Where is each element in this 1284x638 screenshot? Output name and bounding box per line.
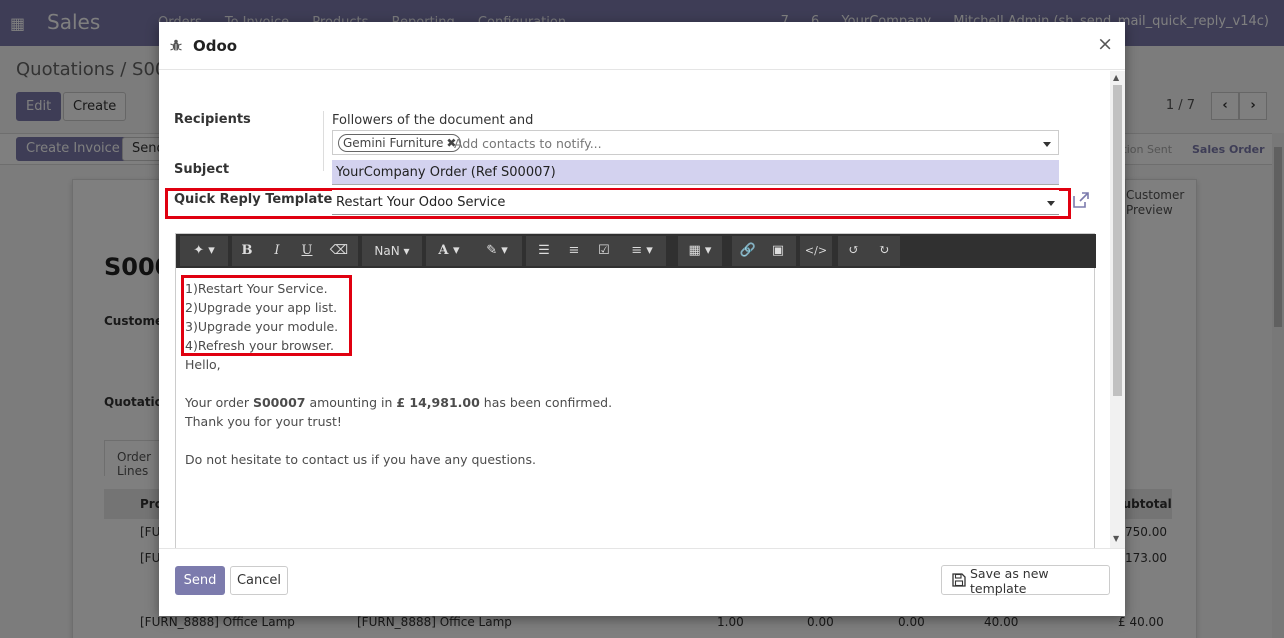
font-style-group: B I U ⌫ (232, 236, 358, 266)
order-confirmation-line: Your order S00007 amounting in £ 14,981.… (185, 393, 1085, 412)
font-color-label: A (438, 243, 449, 258)
font-size-dropdown[interactable]: NaN ▾ (362, 236, 422, 266)
recipients-input[interactable]: Gemini Furniture ✖ Add contacts to notify… (332, 130, 1059, 155)
bold-button[interactable]: B (232, 236, 262, 266)
contact-line: Do not hesitate to contact us if you hav… (185, 452, 536, 467)
color-group: A ▾ ✎ ▾ (426, 236, 522, 266)
table-icon: ▦ ▾ (688, 243, 712, 258)
dialog-footer: Send Cancel Save as new template (159, 548, 1125, 616)
bullet-list-icon[interactable]: ☰ (530, 236, 558, 266)
paint-brush-icon[interactable]: ✎ ▾ (474, 236, 520, 266)
redo-icon[interactable]: ↻ (870, 236, 898, 266)
dialog-header: Odoo × (159, 22, 1125, 70)
numbered-list-icon[interactable]: ≡ (560, 236, 588, 266)
subject-label: Subject (174, 162, 230, 177)
confirmation-text-c: has been confirmed. (479, 395, 613, 410)
quick-reply-select[interactable]: Restart Your Odoo Service (332, 190, 1059, 215)
font-color-button[interactable]: A ▾ (426, 236, 472, 266)
magic-wand-icon: ✦ ▾ (193, 243, 215, 258)
confirmation-order-ref: S00007 (252, 395, 306, 410)
dialog-scrollbar[interactable]: ▲ ▼ (1110, 71, 1125, 548)
image-icon[interactable]: ▣ (764, 236, 792, 266)
code-icon: </> (804, 244, 828, 257)
cancel-button[interactable]: Cancel (230, 566, 288, 595)
save-as-template-label: Save as new template (970, 566, 1049, 596)
code-view-button[interactable]: </> (800, 236, 832, 266)
confirmation-text-a: Your order (185, 395, 253, 410)
undo-icon[interactable]: ↺ (840, 236, 868, 266)
confirmation-text-b: amounting in (305, 395, 397, 410)
close-icon[interactable]: × (1097, 33, 1113, 55)
greeting-line: Hello, (185, 357, 221, 372)
paragraph-group: ☰ ≡ ☑ ≡ ▾ (526, 236, 666, 266)
underline-button[interactable]: U (292, 236, 322, 266)
table-dropdown[interactable]: ▦ ▾ (678, 236, 722, 266)
quick-reply-label: Quick Reply Template (174, 192, 333, 207)
save-as-template-button[interactable]: Save as new template (941, 565, 1110, 596)
eraser-icon[interactable]: ⌫ (324, 236, 354, 266)
link-icon[interactable]: 🔗 (734, 236, 762, 266)
contacts-placeholder[interactable]: Add contacts to notify... (454, 136, 602, 151)
chevron-down-icon[interactable] (1043, 142, 1051, 147)
history-group: ↺ ↻ (838, 236, 900, 266)
style-dropdown[interactable]: ✦ ▾ (180, 236, 228, 266)
field-divider (323, 111, 324, 171)
save-icon (952, 573, 966, 587)
checklist-icon[interactable]: ☑ (590, 236, 618, 266)
subject-input[interactable]: YourCompany Order (Ref S00007) (332, 160, 1059, 185)
font-size-value: NaN (374, 244, 400, 258)
editor-toolbar: ✦ ▾ B I U ⌫ NaN ▾ A ▾ ✎ ▾ ☰ ≡ ☑ ≡ ▾ ▦ ▾ … (176, 234, 1096, 268)
recipient-tag[interactable]: Gemini Furniture ✖ (338, 134, 462, 152)
align-icon[interactable]: ≡ ▾ (620, 236, 664, 266)
scroll-up-icon[interactable]: ▲ (1113, 73, 1119, 82)
quick-reply-value: Restart Your Odoo Service (336, 195, 506, 210)
send-button[interactable]: Send (175, 566, 225, 595)
thanks-line: Thank you for your trust! (185, 414, 342, 429)
confirmation-amount: £ 14,981.00 (396, 395, 480, 410)
bug-icon (170, 39, 182, 51)
recipients-label: Recipients (174, 112, 251, 127)
insert-group: 🔗 ▣ (732, 236, 796, 266)
dialog-title: Odoo (193, 37, 238, 55)
scrollbar-thumb[interactable] (1113, 85, 1122, 396)
external-link-icon[interactable] (1071, 190, 1091, 210)
recipient-tag-label: Gemini Furniture (343, 136, 444, 150)
chevron-down-icon[interactable] (1047, 201, 1055, 206)
scroll-down-icon[interactable]: ▼ (1113, 534, 1119, 543)
compose-email-dialog: Odoo × Recipients Followers of the docum… (159, 22, 1125, 616)
followers-text: Followers of the document and (332, 113, 534, 128)
email-body-editor[interactable]: 1)Restart Your Service. 2)Upgrade your a… (176, 268, 1094, 548)
dialog-body: Recipients Followers of the document and… (159, 71, 1125, 548)
steps-highlight (181, 275, 352, 356)
italic-button[interactable]: I (262, 236, 292, 266)
html-editor: ✦ ▾ B I U ⌫ NaN ▾ A ▾ ✎ ▾ ☰ ≡ ☑ ≡ ▾ ▦ ▾ … (175, 233, 1096, 548)
